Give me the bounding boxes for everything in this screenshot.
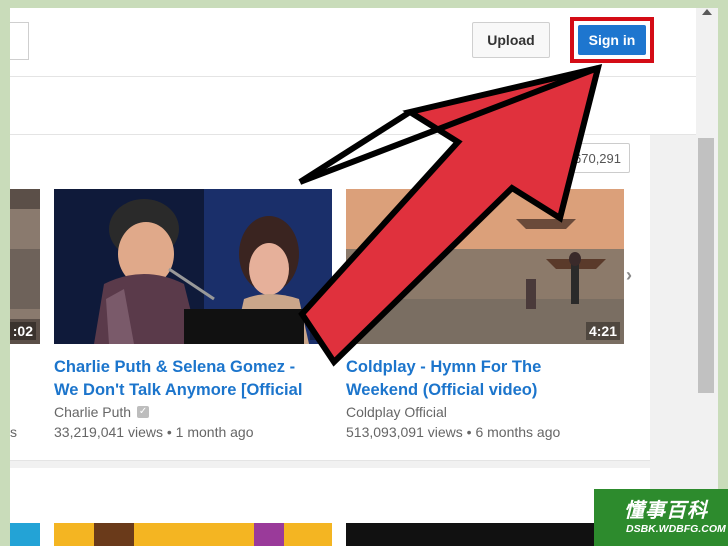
channel-label[interactable]: Charlie Puth bbox=[54, 404, 131, 420]
video-duration: :02 bbox=[10, 322, 36, 340]
view-count: 33,219,041 views bbox=[54, 424, 163, 440]
watermark-badge: 懂事百科 DSBK.WDBFG.COM bbox=[594, 489, 728, 546]
channel-name[interactable]: Coldplay Official bbox=[346, 404, 447, 420]
video-meta: 33,219,041 views • 1 month ago bbox=[54, 424, 254, 440]
upload-age: 1 month ago bbox=[175, 424, 254, 440]
signin-button[interactable]: Sign in bbox=[578, 25, 646, 55]
browser-viewport: Upload Sign in 670,291 :02 s 3: Charlie … bbox=[10, 8, 718, 546]
meta-separator: • bbox=[166, 424, 172, 440]
video-duration: 3: bbox=[309, 322, 328, 340]
video-title-line[interactable]: Coldplay - Hymn For The bbox=[346, 358, 541, 376]
video-thumbnail[interactable] bbox=[54, 523, 332, 546]
video-title-line[interactable]: Charlie Puth & Selena Gomez - bbox=[54, 358, 295, 376]
video-title[interactable]: Coldplay - Hymn For The Weekend (Officia… bbox=[346, 356, 616, 402]
watermark-url: DSBK.WDBFG.COM bbox=[626, 523, 726, 535]
scroll-up-icon[interactable] bbox=[702, 9, 712, 15]
shelf-next-icon[interactable]: › bbox=[626, 265, 632, 286]
verified-check-icon: ✓ bbox=[137, 406, 150, 418]
video-duration: 4:21 bbox=[585, 322, 620, 340]
video-meta: 513,093,091 views • 6 months ago bbox=[346, 424, 560, 440]
video-thumbnail-partial[interactable] bbox=[10, 523, 40, 546]
scrollbar[interactable] bbox=[696, 8, 718, 546]
video-shelf-2 bbox=[10, 468, 650, 546]
masthead: Upload Sign in bbox=[10, 8, 700, 77]
video-thumbnail[interactable]: 3: bbox=[54, 189, 332, 344]
video-thumbnail[interactable]: 4:21 bbox=[346, 189, 624, 344]
upload-button[interactable]: Upload bbox=[472, 22, 550, 58]
signin-highlight-box: Sign in bbox=[570, 17, 654, 63]
search-input[interactable] bbox=[10, 22, 29, 60]
subscriber-count[interactable]: 670,291 bbox=[550, 143, 630, 173]
video-thumbnail[interactable] bbox=[346, 523, 624, 546]
scrollbar-thumb[interactable] bbox=[698, 138, 714, 393]
view-count: 513,093,091 views bbox=[346, 424, 463, 440]
upload-age: 6 months ago bbox=[475, 424, 561, 440]
channel-name[interactable]: Charlie Puth ✓ bbox=[54, 404, 150, 420]
video-title-line[interactable]: Weekend (Official video) bbox=[346, 381, 537, 399]
meta-separator: • bbox=[466, 424, 472, 440]
guide-bar bbox=[10, 77, 700, 135]
channel-label[interactable]: Coldplay Official bbox=[346, 404, 447, 420]
video-title[interactable]: Charlie Puth & Selena Gomez - We Don't T… bbox=[54, 356, 324, 402]
video-meta-partial: s bbox=[10, 424, 17, 440]
video-thumbnail-partial[interactable]: :02 bbox=[10, 189, 40, 344]
video-shelf: 670,291 :02 s 3: Charlie Puth & Selena G… bbox=[10, 135, 650, 461]
watermark-title: 懂事百科 bbox=[624, 500, 708, 522]
video-title-line[interactable]: We Don't Talk Anymore [Official bbox=[54, 381, 302, 399]
